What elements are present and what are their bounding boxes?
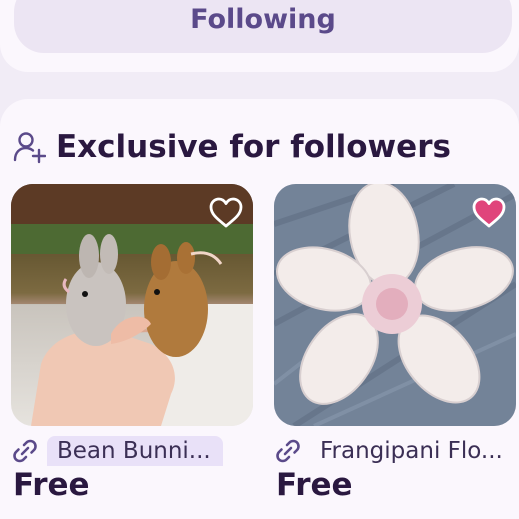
add-user-icon <box>13 132 46 164</box>
link-icon <box>276 439 300 463</box>
section-title: Exclusive for followers <box>56 129 451 165</box>
product-card[interactable]: Bean Bunni... Free <box>11 184 253 503</box>
heart-outline-icon[interactable] <box>207 194 245 232</box>
following-button[interactable]: Following <box>14 0 512 53</box>
link-icon <box>13 439 37 463</box>
card-meta: Bean Bunni... <box>11 436 261 466</box>
product-image[interactable] <box>11 184 253 426</box>
product-image[interactable] <box>274 184 516 426</box>
product-card[interactable]: Frangipani Flo... Free <box>274 184 516 503</box>
following-label: Following <box>190 4 336 35</box>
section-header: Exclusive for followers <box>12 128 451 166</box>
product-title[interactable]: Bean Bunni... <box>47 436 223 466</box>
product-title[interactable]: Frangipani Flo... <box>310 436 515 466</box>
heart-filled-icon[interactable] <box>470 194 508 232</box>
card-meta: Frangipani Flo... <box>274 436 519 466</box>
product-price: Free <box>13 467 90 503</box>
product-price: Free <box>276 467 353 503</box>
